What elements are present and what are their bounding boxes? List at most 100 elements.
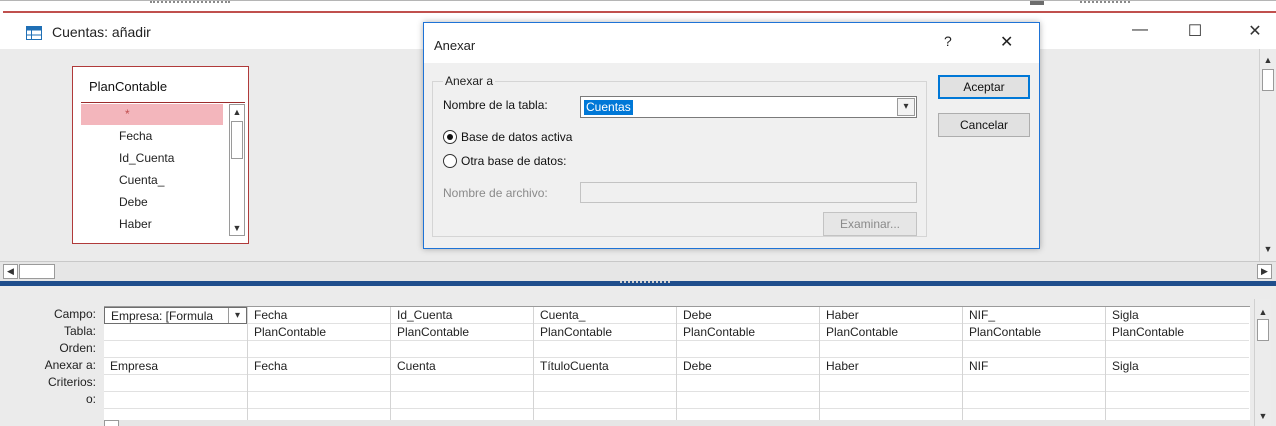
- dialog-titlebar: Anexar ? ✕: [424, 23, 1039, 63]
- grid-cell-anexar[interactable]: Empresa: [104, 358, 247, 375]
- table-pane-vertical-scrollbar[interactable]: ▲ ▼: [1259, 49, 1276, 261]
- grid-cell-anexar[interactable]: NIF: [963, 358, 1105, 375]
- grid-cell-orden[interactable]: [1106, 341, 1249, 358]
- row-label-anexar: Anexar a:: [44, 358, 96, 372]
- grid-vertical-scrollbar[interactable]: ▲ ▼: [1254, 299, 1271, 426]
- close-window-button[interactable]: ✕: [1240, 21, 1270, 43]
- grid-cell-orden[interactable]: [104, 341, 247, 358]
- scroll-up-arrow-icon[interactable]: ▲: [1256, 305, 1270, 319]
- grid-cell-o[interactable]: [534, 392, 676, 409]
- grid-cell-criterios[interactable]: [820, 375, 962, 392]
- grid-cell-criterios[interactable]: [1106, 375, 1249, 392]
- grid-cell-tabla[interactable]: [104, 324, 247, 341]
- grid-cell-anexar[interactable]: Sigla: [1106, 358, 1249, 375]
- ok-button[interactable]: Aceptar: [938, 75, 1030, 99]
- grid-cell-o[interactable]: [1106, 392, 1249, 409]
- scroll-thumb[interactable]: [1257, 319, 1269, 341]
- radio-selected-icon[interactable]: [443, 129, 457, 144]
- minimize-button[interactable]: —: [1125, 21, 1155, 43]
- grid-cell-o[interactable]: [677, 392, 819, 409]
- field-list-item[interactable]: Haber: [81, 214, 223, 235]
- grid-cell-campo[interactable]: Empresa: [Formula ▾: [104, 307, 247, 324]
- grid-cell-anexar[interactable]: Cuenta: [391, 358, 533, 375]
- table-name-combobox[interactable]: Cuentas ▾: [580, 96, 917, 118]
- scroll-thumb[interactable]: [231, 121, 243, 159]
- grid-cell-orden[interactable]: [391, 341, 533, 358]
- grid-cell-criterios[interactable]: [104, 375, 247, 392]
- scroll-right-arrow-icon[interactable]: ▶: [1257, 264, 1272, 279]
- cancel-button[interactable]: Cancelar: [938, 113, 1030, 137]
- radio-unselected-icon[interactable]: [443, 153, 457, 168]
- grid-cell-tabla[interactable]: PlanContable: [248, 324, 390, 341]
- grid-cell-o[interactable]: [248, 392, 390, 409]
- grid-horizontal-scrollbar[interactable]: [104, 420, 1250, 426]
- field-list-title[interactable]: PlanContable: [89, 79, 167, 94]
- grid-cell-orden[interactable]: [248, 341, 390, 358]
- grid-cell-o[interactable]: [104, 392, 247, 409]
- grid-column: Cuenta_ PlanContable TítuloCuenta: [534, 307, 677, 421]
- grid-cell-orden[interactable]: [820, 341, 962, 358]
- grid-cell-tabla[interactable]: PlanContable: [677, 324, 819, 341]
- grid-cell-criterios[interactable]: [534, 375, 676, 392]
- grid-cell-campo[interactable]: Cuenta_: [534, 307, 676, 324]
- scroll-left-arrow-icon[interactable]: [104, 420, 119, 426]
- grid-cell-anexar[interactable]: Debe: [677, 358, 819, 375]
- row-label-tabla: Tabla:: [63, 324, 96, 338]
- grid-column: Debe PlanContable Debe: [677, 307, 820, 421]
- field-list: * Fecha Id_Cuenta Cuenta_ Debe Haber: [81, 104, 229, 236]
- query-icon: [26, 26, 42, 40]
- field-list-window[interactable]: PlanContable * Fecha Id_Cuenta Cuenta_ D…: [72, 66, 249, 244]
- grid-cell-criterios[interactable]: [248, 375, 390, 392]
- grid-cell-anexar[interactable]: Haber: [820, 358, 962, 375]
- field-list-item[interactable]: Id_Cuenta: [81, 148, 223, 169]
- scroll-up-arrow-icon[interactable]: ▲: [230, 105, 244, 119]
- field-list-item[interactable]: Fecha: [81, 126, 223, 147]
- grid-cell-anexar[interactable]: TítuloCuenta: [534, 358, 676, 375]
- scroll-down-arrow-icon[interactable]: ▼: [1256, 409, 1270, 423]
- table-name-value[interactable]: Cuentas: [584, 100, 633, 115]
- row-label-campo: Campo:: [53, 307, 96, 321]
- grid-cell-campo[interactable]: Debe: [677, 307, 819, 324]
- scroll-up-arrow-icon[interactable]: ▲: [1261, 53, 1275, 67]
- grid-cell-o[interactable]: [820, 392, 962, 409]
- grid-cell-criterios[interactable]: [677, 375, 819, 392]
- maximize-button[interactable]: ☐: [1180, 21, 1210, 43]
- help-button[interactable]: ?: [944, 33, 952, 49]
- grid-cell-tabla[interactable]: PlanContable: [1106, 324, 1249, 341]
- grid-cell-criterios[interactable]: [963, 375, 1105, 392]
- grid-cell-orden[interactable]: [963, 341, 1105, 358]
- scroll-down-arrow-icon[interactable]: ▼: [1261, 242, 1275, 256]
- grid-cell-o[interactable]: [963, 392, 1105, 409]
- grid-cell-anexar[interactable]: Fecha: [248, 358, 390, 375]
- grid-row-labels: Campo: Tabla: Orden: Anexar a: Criterios…: [0, 306, 100, 408]
- field-list-scrollbar[interactable]: ▲ ▼: [229, 104, 245, 236]
- grid-cell-o[interactable]: [391, 392, 533, 409]
- grid-cell-criterios[interactable]: [391, 375, 533, 392]
- browse-button[interactable]: Examinar...: [823, 212, 917, 236]
- dialog-close-button[interactable]: ✕: [1000, 32, 1013, 52]
- field-list-item[interactable]: *: [81, 104, 223, 125]
- scroll-thumb[interactable]: [19, 264, 55, 279]
- scroll-left-arrow-icon[interactable]: ◀: [3, 264, 18, 279]
- file-name-input[interactable]: [580, 182, 917, 203]
- grid-cell-orden[interactable]: [677, 341, 819, 358]
- grid-cell-tabla[interactable]: PlanContable: [391, 324, 533, 341]
- grid-cell-campo[interactable]: Haber: [820, 307, 962, 324]
- scroll-down-arrow-icon[interactable]: ▼: [230, 221, 244, 235]
- chevron-down-icon[interactable]: ▾: [897, 98, 915, 116]
- table-pane-horizontal-scrollbar[interactable]: ◀ ▶: [0, 261, 1276, 281]
- grid-cell-campo[interactable]: Fecha: [248, 307, 390, 324]
- field-list-item[interactable]: Debe: [81, 192, 223, 213]
- grid-cell-orden[interactable]: [534, 341, 676, 358]
- grid-cell-campo[interactable]: NIF_: [963, 307, 1105, 324]
- grid-cell-tabla[interactable]: PlanContable: [534, 324, 676, 341]
- grid-cell-tabla[interactable]: PlanContable: [820, 324, 962, 341]
- scroll-thumb[interactable]: [1262, 69, 1274, 91]
- radio-active-database[interactable]: Base de datos activa: [443, 129, 572, 145]
- grid-cell-campo[interactable]: Sigla: [1106, 307, 1249, 324]
- radio-other-database[interactable]: Otra base de datos:: [443, 153, 566, 169]
- grid-cell-campo[interactable]: Id_Cuenta: [391, 307, 533, 324]
- chevron-down-icon[interactable]: ▾: [228, 308, 246, 323]
- field-list-item[interactable]: Cuenta_: [81, 170, 223, 191]
- grid-cell-tabla[interactable]: PlanContable: [963, 324, 1105, 341]
